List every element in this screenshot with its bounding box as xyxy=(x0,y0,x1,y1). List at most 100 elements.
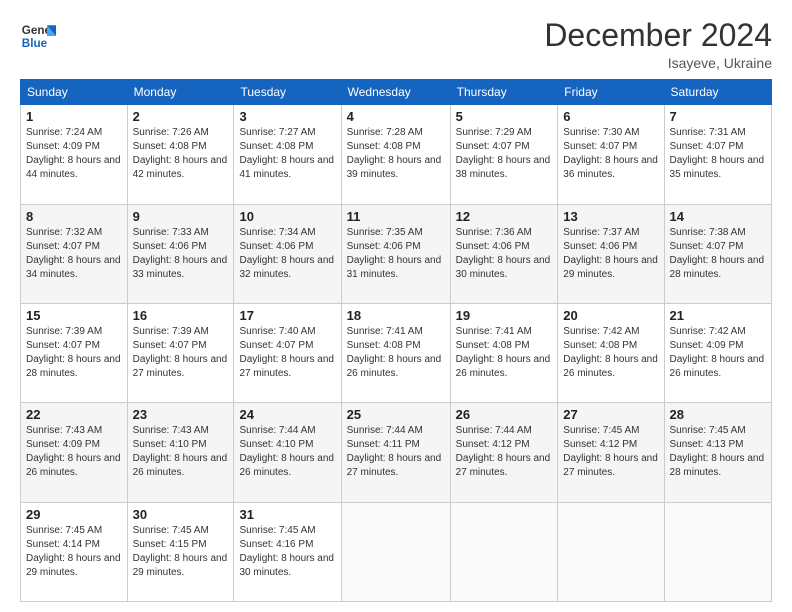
day-info: Sunrise: 7:26 AMSunset: 4:08 PMDaylight:… xyxy=(133,126,229,182)
day-number: 19 xyxy=(456,308,553,323)
col-header-monday: Monday xyxy=(127,80,234,105)
day-cell: 2 Sunrise: 7:26 AMSunset: 4:08 PMDaylight… xyxy=(127,105,234,204)
day-number: 13 xyxy=(563,209,658,224)
day-number: 2 xyxy=(133,109,229,124)
day-cell: 6 Sunrise: 7:30 AMSunset: 4:07 PMDaylight… xyxy=(558,105,664,204)
day-number: 21 xyxy=(670,308,766,323)
day-cell: 14 Sunrise: 7:38 AMSunset: 4:07 PMDayligh… xyxy=(664,204,771,303)
day-number: 9 xyxy=(133,209,229,224)
main-title: December 2024 xyxy=(544,18,772,53)
logo-icon: General Blue xyxy=(20,18,56,54)
col-header-wednesday: Wednesday xyxy=(341,80,450,105)
day-info: Sunrise: 7:35 AMSunset: 4:06 PMDaylight:… xyxy=(347,226,445,282)
day-info: Sunrise: 7:42 AMSunset: 4:08 PMDaylight:… xyxy=(563,325,658,381)
day-info: Sunrise: 7:38 AMSunset: 4:07 PMDaylight:… xyxy=(670,226,766,282)
week-row-1: 1 Sunrise: 7:24 AMSunset: 4:09 PMDaylight… xyxy=(21,105,772,204)
day-cell: 16 Sunrise: 7:39 AMSunset: 4:07 PMDayligh… xyxy=(127,303,234,402)
day-info: Sunrise: 7:45 AMSunset: 4:12 PMDaylight:… xyxy=(563,424,658,480)
day-info: Sunrise: 7:45 AMSunset: 4:15 PMDaylight:… xyxy=(133,524,229,580)
day-number: 10 xyxy=(239,209,335,224)
day-number: 8 xyxy=(26,209,122,224)
day-cell: 10 Sunrise: 7:34 AMSunset: 4:06 PMDayligh… xyxy=(234,204,341,303)
day-cell: 28Sunrise: 7:45 AMSunset: 4:13 PMDayligh… xyxy=(664,403,771,502)
day-info: Sunrise: 7:24 AMSunset: 4:09 PMDaylight:… xyxy=(26,126,122,182)
day-number: 31 xyxy=(239,507,335,522)
day-info: Sunrise: 7:34 AMSunset: 4:06 PMDaylight:… xyxy=(239,226,335,282)
day-number: 5 xyxy=(456,109,553,124)
day-number: 3 xyxy=(239,109,335,124)
day-cell: 25Sunrise: 7:44 AMSunset: 4:11 PMDayligh… xyxy=(341,403,450,502)
day-cell: 27 Sunrise: 7:45 AMSunset: 4:12 PMDayligh… xyxy=(558,403,664,502)
day-number: 15 xyxy=(26,308,122,323)
day-info: Sunrise: 7:28 AMSunset: 4:08 PMDaylight:… xyxy=(347,126,445,182)
day-cell: 9 Sunrise: 7:33 AMSunset: 4:06 PMDaylight… xyxy=(127,204,234,303)
day-cell: 11 Sunrise: 7:35 AMSunset: 4:06 PMDayligh… xyxy=(341,204,450,303)
day-cell: 7 Sunrise: 7:31 AMSunset: 4:07 PMDaylight… xyxy=(664,105,771,204)
day-number: 6 xyxy=(563,109,658,124)
day-cell: 3 Sunrise: 7:27 AMSunset: 4:08 PMDaylight… xyxy=(234,105,341,204)
day-number: 12 xyxy=(456,209,553,224)
subtitle: Isayeve, Ukraine xyxy=(544,55,772,71)
day-info: Sunrise: 7:27 AMSunset: 4:08 PMDaylight:… xyxy=(239,126,335,182)
day-cell: 31Sunrise: 7:45 AMSunset: 4:16 PMDayligh… xyxy=(234,502,341,601)
day-info: Sunrise: 7:29 AMSunset: 4:07 PMDaylight:… xyxy=(456,126,553,182)
day-cell xyxy=(450,502,558,601)
day-cell xyxy=(341,502,450,601)
day-info: Sunrise: 7:39 AMSunset: 4:07 PMDaylight:… xyxy=(133,325,229,381)
day-cell: 24 Sunrise: 7:44 AMSunset: 4:10 PMDayligh… xyxy=(234,403,341,502)
col-header-thursday: Thursday xyxy=(450,80,558,105)
day-info: Sunrise: 7:37 AMSunset: 4:06 PMDaylight:… xyxy=(563,226,658,282)
day-info: Sunrise: 7:44 AMSunset: 4:12 PMDaylight:… xyxy=(456,424,553,480)
calendar-table: SundayMondayTuesdayWednesdayThursdayFrid… xyxy=(20,79,772,602)
day-cell: 21 Sunrise: 7:42 AMSunset: 4:09 PMDayligh… xyxy=(664,303,771,402)
day-number: 7 xyxy=(670,109,766,124)
day-cell: 20 Sunrise: 7:42 AMSunset: 4:08 PMDayligh… xyxy=(558,303,664,402)
day-number: 26 xyxy=(456,407,553,422)
day-cell: 8 Sunrise: 7:32 AMSunset: 4:07 PMDaylight… xyxy=(21,204,128,303)
day-number: 29 xyxy=(26,507,122,522)
day-info: Sunrise: 7:45 AMSunset: 4:14 PMDaylight:… xyxy=(26,524,122,580)
week-row-2: 8 Sunrise: 7:32 AMSunset: 4:07 PMDaylight… xyxy=(21,204,772,303)
day-info: Sunrise: 7:39 AMSunset: 4:07 PMDaylight:… xyxy=(26,325,122,381)
day-number: 14 xyxy=(670,209,766,224)
day-number: 23 xyxy=(133,407,229,422)
day-number: 1 xyxy=(26,109,122,124)
day-number: 24 xyxy=(239,407,335,422)
day-cell: 12Sunrise: 7:36 AMSunset: 4:06 PMDayligh… xyxy=(450,204,558,303)
day-cell: 17Sunrise: 7:40 AMSunset: 4:07 PMDayligh… xyxy=(234,303,341,402)
day-cell xyxy=(558,502,664,601)
day-cell: 19 Sunrise: 7:41 AMSunset: 4:08 PMDayligh… xyxy=(450,303,558,402)
day-cell: 1 Sunrise: 7:24 AMSunset: 4:09 PMDaylight… xyxy=(21,105,128,204)
day-cell: 29 Sunrise: 7:45 AMSunset: 4:14 PMDayligh… xyxy=(21,502,128,601)
day-info: Sunrise: 7:41 AMSunset: 4:08 PMDaylight:… xyxy=(347,325,445,381)
day-number: 11 xyxy=(347,209,445,224)
week-row-4: 22Sunrise: 7:43 AMSunset: 4:09 PMDayligh… xyxy=(21,403,772,502)
day-number: 16 xyxy=(133,308,229,323)
day-number: 20 xyxy=(563,308,658,323)
day-cell: 15 Sunrise: 7:39 AMSunset: 4:07 PMDayligh… xyxy=(21,303,128,402)
day-cell: 30Sunrise: 7:45 AMSunset: 4:15 PMDayligh… xyxy=(127,502,234,601)
day-number: 25 xyxy=(347,407,445,422)
day-info: Sunrise: 7:44 AMSunset: 4:10 PMDaylight:… xyxy=(239,424,335,480)
col-header-sunday: Sunday xyxy=(21,80,128,105)
calendar-page: General Blue December 2024 Isayeve, Ukra… xyxy=(0,0,792,612)
day-info: Sunrise: 7:33 AMSunset: 4:06 PMDaylight:… xyxy=(133,226,229,282)
day-info: Sunrise: 7:31 AMSunset: 4:07 PMDaylight:… xyxy=(670,126,766,182)
day-info: Sunrise: 7:30 AMSunset: 4:07 PMDaylight:… xyxy=(563,126,658,182)
col-header-friday: Friday xyxy=(558,80,664,105)
svg-text:Blue: Blue xyxy=(22,37,48,50)
day-info: Sunrise: 7:32 AMSunset: 4:07 PMDaylight:… xyxy=(26,226,122,282)
day-info: Sunrise: 7:42 AMSunset: 4:09 PMDaylight:… xyxy=(670,325,766,381)
day-info: Sunrise: 7:43 AMSunset: 4:10 PMDaylight:… xyxy=(133,424,229,480)
day-cell: 13 Sunrise: 7:37 AMSunset: 4:06 PMDayligh… xyxy=(558,204,664,303)
day-info: Sunrise: 7:41 AMSunset: 4:08 PMDaylight:… xyxy=(456,325,553,381)
logo: General Blue xyxy=(20,18,60,54)
title-block: December 2024 Isayeve, Ukraine xyxy=(544,18,772,71)
day-number: 27 xyxy=(563,407,658,422)
day-cell xyxy=(664,502,771,601)
header: General Blue December 2024 Isayeve, Ukra… xyxy=(20,18,772,71)
day-number: 4 xyxy=(347,109,445,124)
week-row-3: 15 Sunrise: 7:39 AMSunset: 4:07 PMDayligh… xyxy=(21,303,772,402)
day-cell: 4 Sunrise: 7:28 AMSunset: 4:08 PMDaylight… xyxy=(341,105,450,204)
day-info: Sunrise: 7:40 AMSunset: 4:07 PMDaylight:… xyxy=(239,325,335,381)
